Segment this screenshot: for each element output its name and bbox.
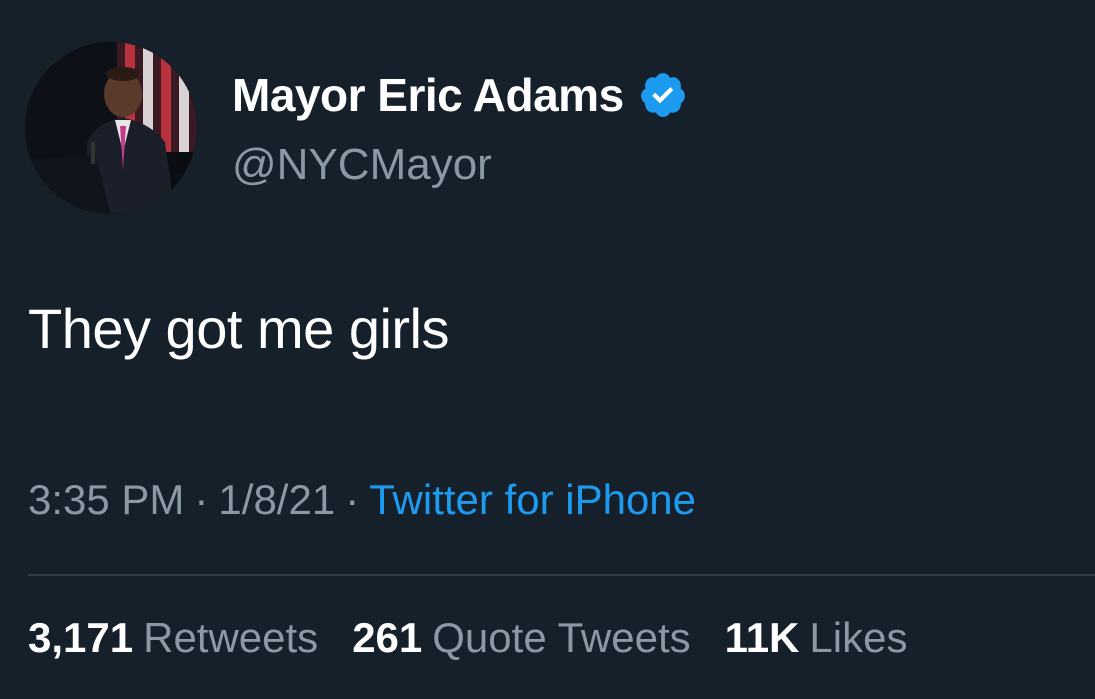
avatar-photo-icon [25, 42, 197, 214]
verified-badge-icon [640, 73, 685, 117]
author-name-row: Mayor Eric Adams [232, 66, 688, 124]
avatar[interactable] [25, 42, 197, 214]
author-display-name[interactable]: Mayor Eric Adams [232, 68, 624, 122]
tweet-date[interactable]: 1/8/21 [218, 476, 335, 523]
tweet-time[interactable]: 3:35 PM [28, 476, 184, 523]
retweets-count: 3,171 [28, 614, 134, 661]
tweet-text: They got me girls [28, 297, 450, 360]
tweet-stats: 3,171 Retweets 261 Quote Tweets 11K Likes [28, 614, 907, 662]
likes-label: Likes [809, 614, 908, 661]
retweets-label: Retweets [143, 614, 319, 661]
quote-tweets-count: 261 [352, 614, 423, 661]
meta-separator: · [345, 476, 360, 523]
author-handle[interactable]: @NYCMayor [232, 140, 492, 190]
tweet-source-link[interactable]: Twitter for iPhone [369, 476, 696, 523]
tweet-card: Mayor Eric Adams @NYCMayor They got me g… [0, 0, 1095, 699]
likes-count: 11K [724, 614, 800, 661]
quote-tweets-stat[interactable]: 261 Quote Tweets [352, 614, 690, 662]
divider [28, 574, 1095, 576]
quote-tweets-label: Quote Tweets [432, 614, 691, 661]
meta-separator: · [194, 476, 209, 523]
retweets-stat[interactable]: 3,171 Retweets [28, 614, 318, 662]
tweet-meta: 3:35 PM · 1/8/21 · Twitter for iPhone [28, 476, 696, 524]
likes-stat[interactable]: 11K Likes [725, 614, 908, 662]
